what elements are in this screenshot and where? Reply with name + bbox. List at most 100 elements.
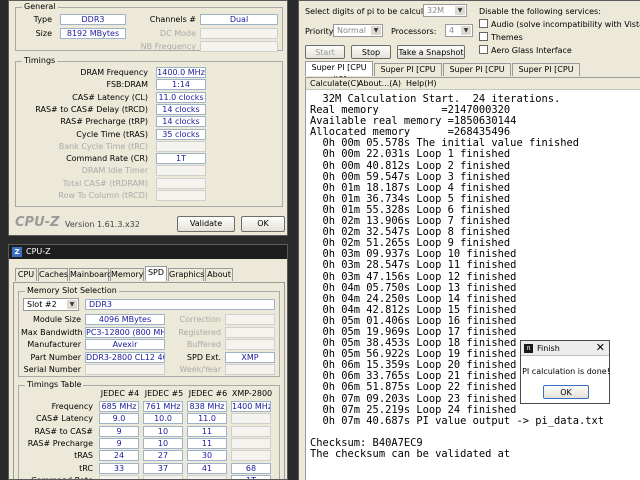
- timings-table-cell: [99, 474, 139, 479]
- slot-select-value: Slot #2: [27, 300, 57, 309]
- superpi-console: Calculate(C) About...(A) Help(H) 32M Calcu…: [305, 77, 640, 480]
- processors-select-value: 4: [449, 26, 455, 35]
- channels-value: Dual: [200, 14, 278, 25]
- priority-select[interactable]: Normal ▼: [333, 24, 383, 37]
- timings-table-cell: 10: [143, 437, 183, 449]
- timing-label: Bank Cycle Time (tRC): [58, 141, 148, 151]
- processors-label: Processors:: [391, 27, 437, 36]
- timing-value: 11.0 clocks: [156, 91, 206, 103]
- spd-field-value: [225, 364, 275, 375]
- finish-ok-button[interactable]: OK: [543, 385, 589, 399]
- cpuz-spd-titlebar[interactable]: Z CPU-Z: [9, 245, 287, 259]
- service-checkbox-label: Themes: [491, 33, 523, 42]
- slot-group: Memory Slot Selection Slot #2 ▼ DDR3 Mod…: [18, 286, 280, 377]
- timings-table-title: Timings Table: [25, 380, 84, 389]
- timings-table-cell: 37: [143, 462, 183, 474]
- validate-button[interactable]: Validate: [177, 216, 235, 232]
- spd-field-label: Part Number: [30, 352, 81, 362]
- spd-field-label: Serial Number: [23, 365, 81, 374]
- channels-label: Channels #: [149, 15, 196, 24]
- tab-mainboard[interactable]: Mainboard: [69, 268, 112, 281]
- timings-table-cell: 9: [99, 437, 139, 449]
- timing-value: 1400.0 MHz: [156, 67, 206, 78]
- cpuz-app-icon: Z: [12, 247, 22, 257]
- service-checkbox[interactable]: [479, 19, 488, 28]
- tab-caches[interactable]: Caches: [38, 268, 68, 281]
- superpi-log: 32M Calculation Start. 24 iterations. Rea…: [310, 93, 640, 460]
- timings-table-group: Timings Table JEDEC #4 JEDEC #5 JEDEC #6 XM…: [18, 380, 280, 479]
- cpuz-spd-window: Z CPU-Z CPU Caches Mainboard Memory SPD Graph…: [8, 244, 288, 480]
- digits-select[interactable]: 32M ▼: [423, 4, 467, 17]
- log-line: 0h 03m 47.156s Loop 12 finished: [310, 270, 517, 283]
- tab-about[interactable]: About: [205, 268, 233, 281]
- timings-table-cell: [143, 474, 183, 479]
- nb-frequency-value: [200, 41, 278, 52]
- timings-table-cell: 11.0: [187, 413, 227, 425]
- timings-table-cell: 1400 MHz: [231, 401, 271, 412]
- close-icon[interactable]: ✕: [596, 342, 605, 354]
- timings-table-cell: 10: [143, 425, 183, 437]
- timing-value: [156, 190, 206, 201]
- timing-value: 14 clocks: [156, 116, 206, 128]
- timings-table-cell: [231, 413, 271, 425]
- log-line: 0h 00m 40.812s Loop 2 finished: [310, 159, 511, 172]
- spd-field-value: [225, 326, 275, 338]
- timing-label: RAS# Precharge (tRP): [60, 117, 148, 127]
- timing-label: Cycle Time (tRAS): [76, 129, 148, 139]
- tab-superpi-cpu-1[interactable]: Super PI [CPU #1]: [374, 63, 442, 86]
- log-line: The checksum can be validated at: [310, 448, 511, 460]
- spd-tab-strip: CPU Caches Mainboard Memory SPD Graphics About: [15, 266, 285, 282]
- size-label: Size: [35, 29, 52, 38]
- timings-table-cell: 24: [99, 450, 139, 462]
- stop-button[interactable]: Stop: [351, 45, 391, 59]
- spd-field-label: Manufacturer: [27, 340, 81, 349]
- tab-graphics[interactable]: Graphics: [168, 268, 204, 281]
- spd-field-value: DDR3-2800 CL12 4GB: [85, 351, 165, 363]
- tab-spd[interactable]: SPD: [145, 266, 167, 281]
- finish-dialog: π Finish ✕ PI calculation is done! OK: [520, 340, 610, 404]
- tab-cpu[interactable]: CPU: [15, 268, 37, 281]
- spd-field-label: Max Bandwidth: [21, 327, 83, 337]
- timings-table-cell: 33: [99, 462, 139, 474]
- timing-label: DRAM Frequency: [80, 68, 148, 77]
- timings-table-row-label: tRC: [79, 463, 93, 473]
- timings-table-cell: 27: [143, 450, 183, 462]
- slot-select[interactable]: Slot #2 ▼: [23, 298, 79, 311]
- menu-item[interactable]: About...(A): [358, 79, 401, 88]
- tab-memory[interactable]: Memory: [110, 268, 144, 281]
- dc-mode-value: [200, 28, 278, 39]
- chevron-down-icon: ▼: [461, 26, 471, 35]
- timings-table-cell: 41: [187, 462, 227, 474]
- finish-titlebar[interactable]: π Finish ✕: [521, 341, 609, 356]
- menu-item[interactable]: Calculate(C): [310, 79, 359, 88]
- processors-select[interactable]: 4 ▼: [445, 24, 473, 37]
- timings-table-cell: 11: [187, 437, 227, 449]
- tab-superpi-cpu-0[interactable]: Super PI [CPU #0]: [305, 61, 373, 84]
- service-checkbox[interactable]: [479, 32, 488, 41]
- superpi-menubar: Calculate(C) About...(A) Help(H): [306, 78, 640, 90]
- log-line: 0h 03m 28.547s Loop 11 finished: [310, 259, 517, 272]
- finish-message: PI calculation is done!: [522, 367, 610, 376]
- ok-button[interactable]: OK: [241, 216, 285, 232]
- timings-table-cell: [231, 450, 271, 462]
- timing-value: [156, 165, 206, 177]
- dc-mode-label: DC Mode: [159, 29, 196, 38]
- timings-table-cell: 761 MHz: [143, 401, 183, 412]
- take-snapshot-button[interactable]: Take a Snapshot: [397, 45, 465, 59]
- tab-superpi-cpu-2[interactable]: Super PI [CPU #2]: [443, 63, 511, 86]
- spd-field-label: Module Size: [32, 315, 81, 324]
- start-button[interactable]: Start: [305, 45, 345, 59]
- cpuz-logo: CPU-Z: [15, 215, 60, 230]
- spd-field-label: Week/Year: [179, 365, 221, 374]
- log-line: 0h 07m 40.687s PI value output -> pi_dat…: [310, 414, 605, 427]
- timing-value: 1:14: [156, 79, 206, 91]
- cpuz-footer: CPU-Z Version 1.61.3.x32 Validate OK: [9, 213, 287, 235]
- service-checkbox[interactable]: [479, 45, 488, 54]
- menu-item[interactable]: Help(H): [406, 79, 437, 88]
- timings-table-row-label: RAS# to CAS#: [34, 426, 93, 436]
- spd-field-label: Buffered: [186, 340, 221, 349]
- spd-field-value: [85, 364, 165, 375]
- timings-table-header: JEDEC #4: [100, 389, 140, 398]
- tab-superpi-cpu-3[interactable]: Super PI [CPU #3]: [512, 63, 580, 86]
- spd-field-label: Registered: [178, 327, 221, 337]
